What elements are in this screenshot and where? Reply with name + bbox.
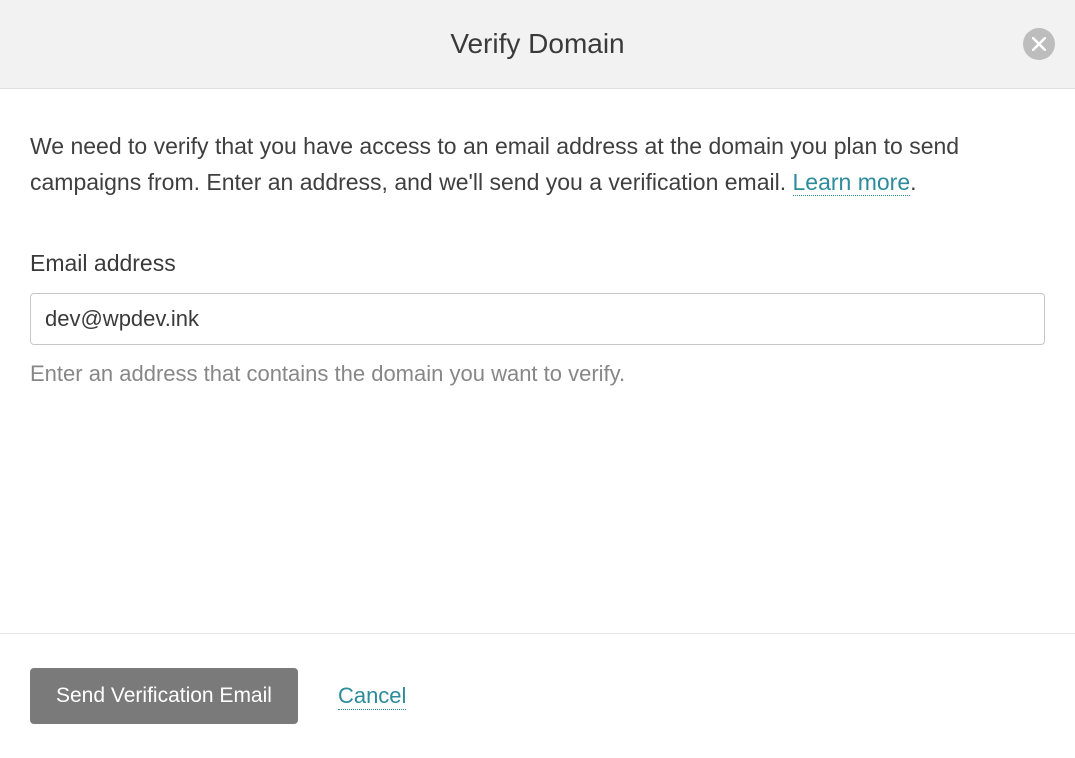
close-icon	[1032, 37, 1046, 51]
email-hint: Enter an address that contains the domai…	[30, 361, 1045, 387]
send-verification-button[interactable]: Send Verification Email	[30, 668, 298, 724]
modal-footer: Send Verification Email Cancel	[0, 633, 1075, 758]
cancel-button[interactable]: Cancel	[338, 683, 406, 710]
close-button[interactable]	[1023, 28, 1055, 60]
modal-header: Verify Domain	[0, 0, 1075, 89]
description-period: .	[910, 169, 916, 195]
description-text: We need to verify that you have access t…	[30, 129, 1045, 200]
verify-domain-modal: Verify Domain We need to verify that you…	[0, 0, 1075, 758]
learn-more-link[interactable]: Learn more	[793, 169, 911, 196]
modal-title: Verify Domain	[30, 28, 1045, 60]
email-input[interactable]	[30, 293, 1045, 345]
modal-body: We need to verify that you have access t…	[0, 89, 1075, 633]
email-label: Email address	[30, 250, 1045, 277]
